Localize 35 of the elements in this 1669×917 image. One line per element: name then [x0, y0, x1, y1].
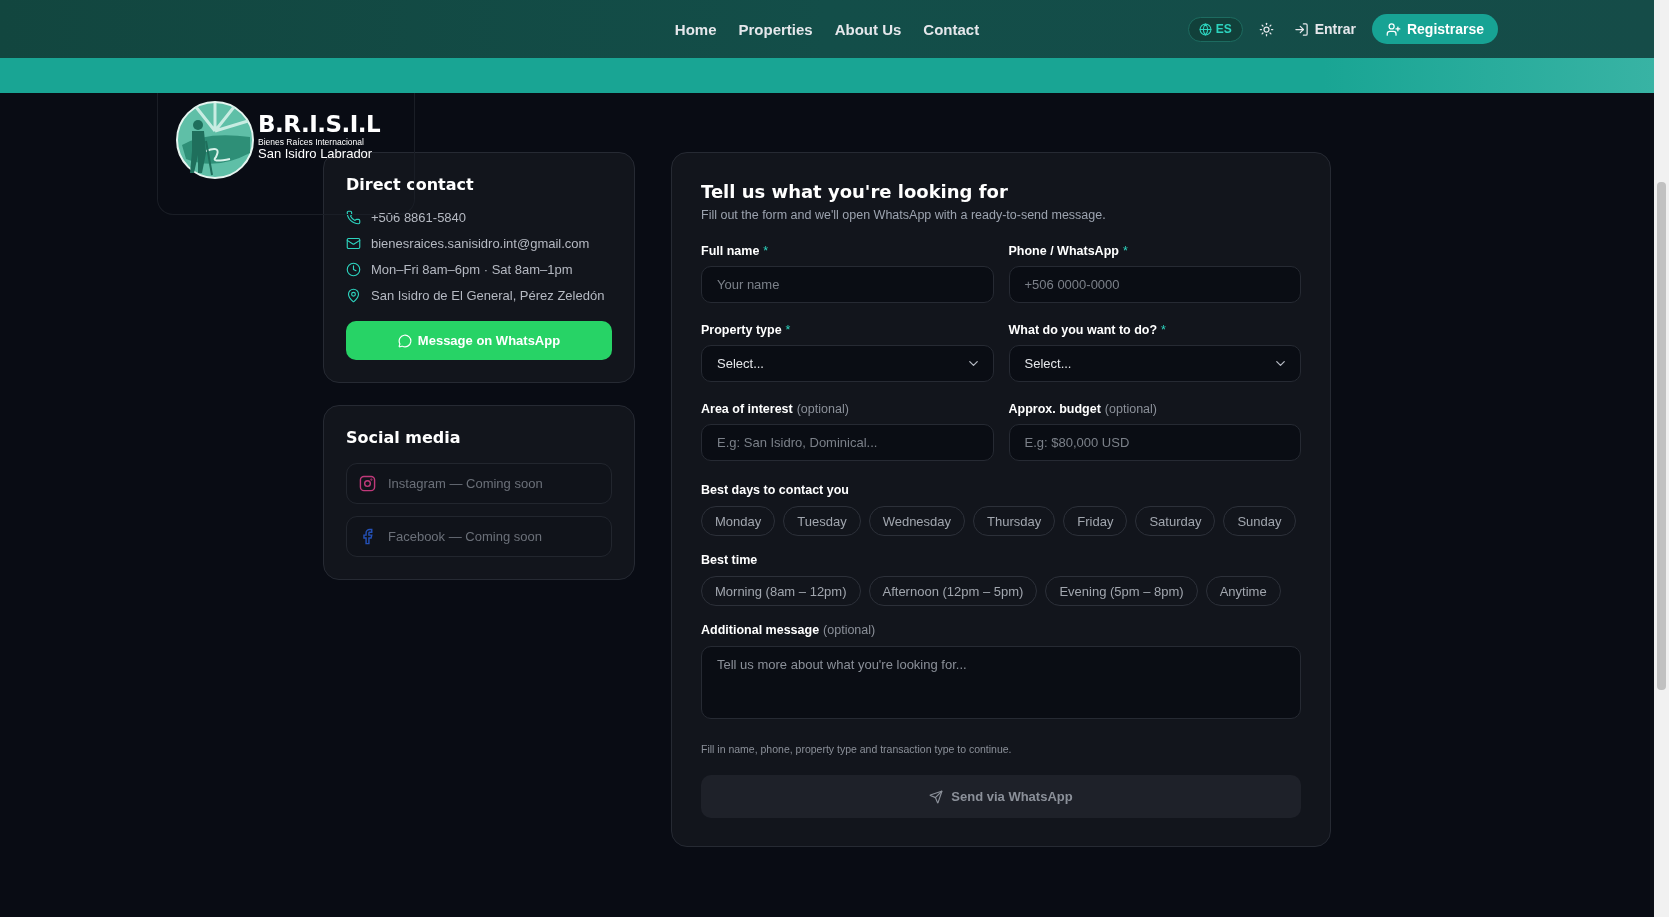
field-label: Best days to contact you — [701, 483, 850, 497]
input-field[interactable]: Your name — [701, 266, 994, 303]
input-field[interactable]: E.g: San Isidro, Dominical... — [701, 424, 994, 461]
input-field[interactable]: E.g: $80,000 USD — [1008, 424, 1301, 461]
form-hint: Fill in name, phone, property type and transaction type to continue. — [701, 743, 1013, 755]
message-field[interactable]: Tell us more about what you're looking for... — [701, 646, 1301, 719]
field-label: Additional message (optional) — [701, 623, 877, 637]
nav-link[interactable]: Contact — [923, 20, 980, 38]
field-label: Area of interest (optional) — [701, 402, 850, 416]
contact-text: bienesraices.sanisidro.int@gmail.com — [371, 236, 590, 251]
social-text: Instagram — Coming soon — [388, 476, 543, 491]
nav-link[interactable]: About Us — [834, 20, 902, 38]
social-text: Facebook — Coming soon — [388, 529, 542, 544]
select-field[interactable]: Select... — [701, 345, 994, 382]
field-label: What do you want to do? * — [1008, 323, 1167, 337]
nav-link[interactable]: Properties — [738, 20, 813, 38]
contact-text: San Isidro de El General, Pérez Zeledón — [371, 288, 605, 303]
card-title: Direct contact — [346, 175, 475, 194]
contact-text: Mon–Fri 8am–6pm · Sat 8am–1pm — [371, 262, 573, 277]
field-label: Approx. budget (optional) — [1008, 402, 1158, 416]
language-button[interactable]: ES — [1187, 16, 1243, 42]
field-label: Phone / WhatsApp * — [1008, 244, 1129, 258]
login-button[interactable]: Entrar — [1289, 21, 1360, 37]
input-field[interactable]: +506 0000-0000 — [1008, 266, 1301, 303]
select-field[interactable]: Select... — [1008, 345, 1301, 382]
logo-subtitle: San Isidro Labrador — [258, 147, 374, 161]
nav-link[interactable]: Home — [674, 20, 717, 38]
field-label: Best time — [701, 553, 759, 567]
form-title: Tell us what you're looking for — [701, 181, 1009, 202]
logo-name: B.R.I.S.I.L — [258, 113, 381, 136]
logo-tagline: Bienes Raíces Internacional — [258, 138, 365, 148]
form-subtitle: Fill out the form and we'll open WhatsApp with a ready-to-send message. — [701, 208, 1107, 222]
field-label: Full name * — [701, 244, 770, 258]
card-title: Social media — [346, 428, 462, 447]
field-label: Property type * — [701, 323, 792, 337]
